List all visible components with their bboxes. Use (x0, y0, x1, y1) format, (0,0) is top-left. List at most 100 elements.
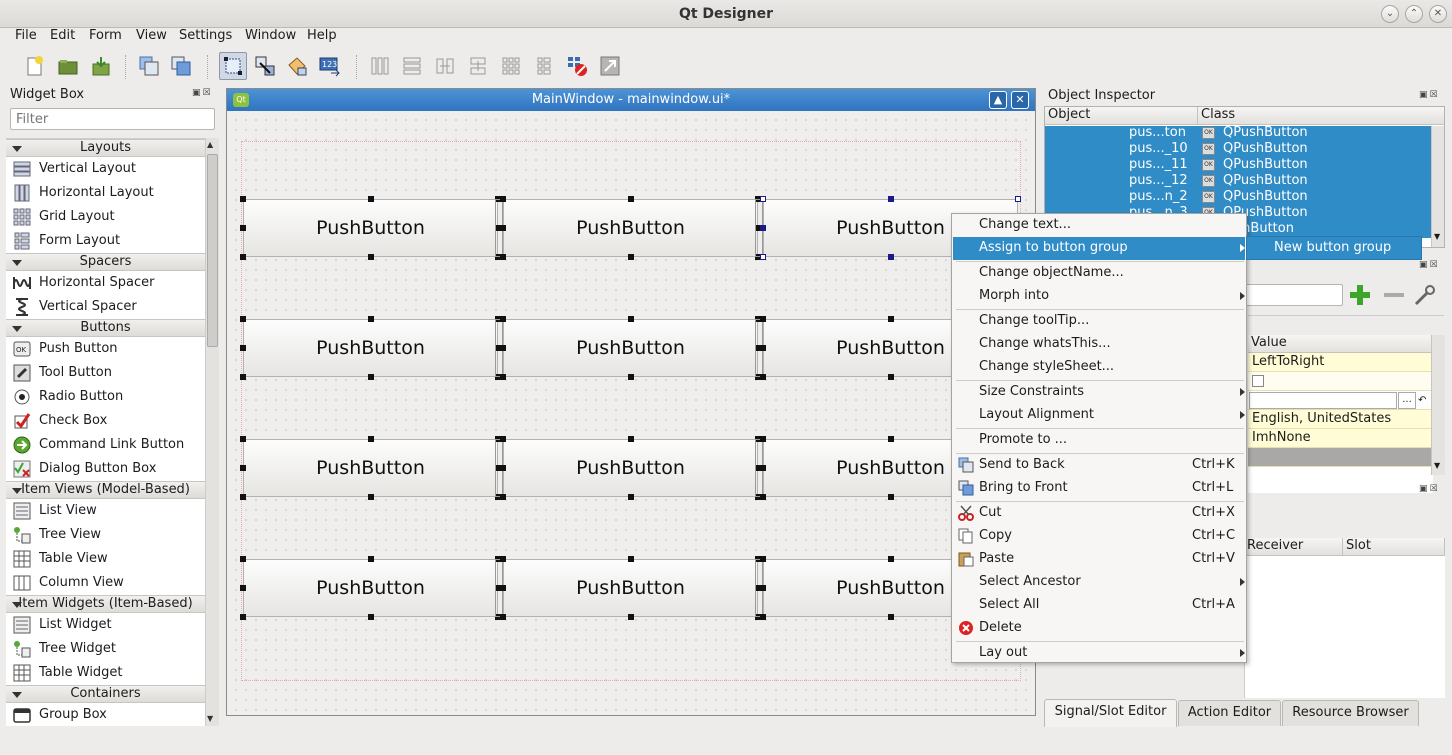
menu-item-change-stylesheet[interactable]: Change styleSheet... (953, 356, 1245, 379)
selection-handle[interactable] (500, 225, 506, 231)
menu-item-layout-alignment[interactable]: Layout Alignment (953, 404, 1245, 427)
widget-dialog-button-box[interactable]: Dialog Button Box (6, 457, 205, 481)
selection-handle[interactable] (500, 556, 506, 562)
selection-handle[interactable] (240, 556, 246, 562)
selection-handle[interactable] (627, 254, 634, 260)
menu-window[interactable]: Window (245, 28, 296, 43)
menu-item-copy[interactable]: Copy Ctrl+C (953, 525, 1245, 548)
selection-handle[interactable] (887, 436, 894, 442)
layout-grid-icon[interactable] (497, 52, 525, 80)
widget-command-link-button[interactable]: Command Link Button (6, 433, 205, 457)
menu-item-change-whatsthis[interactable]: Change whatsThis... (953, 333, 1245, 356)
property-browse-button[interactable]: ... (1398, 392, 1416, 409)
layout-v-splitter-icon[interactable] (464, 52, 492, 80)
selection-handle[interactable] (760, 196, 766, 202)
menu-help[interactable]: Help (307, 28, 337, 43)
selection-handle[interactable] (887, 196, 894, 202)
selection-handle[interactable] (240, 585, 246, 591)
selection-handle[interactable] (367, 614, 374, 620)
col-receiver[interactable]: Receiver (1244, 538, 1343, 556)
selection-handle[interactable] (760, 585, 766, 591)
menu-settings[interactable]: Settings (179, 28, 232, 43)
selection-handle[interactable] (240, 196, 246, 202)
edit-buddies-icon[interactable] (283, 52, 311, 80)
layout-form-icon[interactable] (530, 52, 558, 80)
selection-handle[interactable] (760, 465, 766, 471)
selection-handle[interactable] (760, 614, 766, 620)
edit-signals-icon[interactable] (251, 52, 279, 80)
menu-item-bring-to-front[interactable]: Bring to Front Ctrl+L (953, 477, 1245, 500)
selection-handle[interactable] (500, 436, 506, 442)
selection-handle[interactable] (887, 614, 894, 620)
new-file-icon[interactable] (21, 52, 49, 80)
form-push-button[interactable]: PushButton (243, 559, 498, 617)
menu-item-assign-to-button-group[interactable]: Assign to button group (953, 237, 1245, 260)
menu-item-change-tooltip[interactable]: Change toolTip... (953, 310, 1245, 333)
menu-item-lay-out[interactable]: Lay out (953, 642, 1245, 665)
selection-handle[interactable] (887, 316, 894, 322)
form-restore-icon[interactable]: ▲ (989, 91, 1007, 109)
menu-item-send-to-back[interactable]: Send to Back Ctrl+K (953, 454, 1245, 477)
object-row[interactable]: pus...n_2 OK QPushButton (1045, 189, 1431, 206)
menu-item-select-ancestor[interactable]: Select Ancestor (953, 571, 1245, 594)
selection-handle[interactable] (500, 614, 506, 620)
selection-handle[interactable] (760, 225, 766, 231)
selection-handle[interactable] (500, 374, 506, 380)
col-class[interactable]: Class (1198, 107, 1444, 125)
property-reset-icon[interactable]: ↶ (1418, 392, 1426, 410)
selection-handle[interactable] (887, 556, 894, 562)
form-push-button[interactable]: PushButton (503, 199, 758, 257)
selection-handle[interactable] (627, 556, 634, 562)
widget-table-widget[interactable]: Table Widget (6, 661, 205, 685)
col-value[interactable]: Value (1248, 335, 1433, 353)
save-icon[interactable] (87, 52, 115, 80)
selection-handle[interactable] (500, 345, 506, 351)
form-close-icon[interactable]: ✕ (1011, 91, 1029, 109)
property-editor-dock-icons[interactable]: ▣☒ (1419, 260, 1443, 272)
category-buttons[interactable]: Buttons (6, 319, 205, 337)
menu-item-change-text[interactable]: Change text... (953, 214, 1245, 237)
selection-handle[interactable] (500, 465, 506, 471)
widget-column-view[interactable]: Column View (6, 571, 205, 595)
menu-edit[interactable]: Edit (50, 28, 75, 43)
menu-form[interactable]: Form (89, 28, 122, 43)
object-row[interactable]: pus...ton OK QPushButton (1045, 125, 1431, 142)
property-value[interactable]: ... ↶ (1248, 391, 1431, 410)
object-inspector-dock-icons[interactable]: ▣☒ (1419, 90, 1443, 102)
selection-handle[interactable] (240, 436, 246, 442)
adjust-size-icon[interactable] (596, 52, 624, 80)
open-folder-icon[interactable] (54, 52, 82, 80)
signal-slot-dock-icons[interactable]: ▣☒ (1419, 484, 1443, 496)
widget-check-box[interactable]: Check Box (6, 409, 205, 433)
selection-handle[interactable] (367, 494, 374, 500)
selection-handle[interactable] (887, 254, 894, 260)
tab-resource-browser[interactable]: Resource Browser (1282, 700, 1419, 726)
property-filter-input[interactable] (1240, 284, 1343, 306)
selection-handle[interactable] (760, 436, 766, 442)
send-back-icon[interactable] (135, 52, 163, 80)
object-inspector-scrollbar[interactable]: ▼ (1431, 126, 1444, 247)
bring-front-icon[interactable] (167, 52, 195, 80)
form-push-button[interactable]: PushButton (243, 199, 498, 257)
widget-push-button[interactable]: OK Push Button (6, 337, 205, 361)
category-item-views[interactable]: Item Views (Model-Based) (6, 481, 205, 499)
menu-item-cut[interactable]: Cut Ctrl+X (953, 502, 1245, 525)
menu-item-morph-into[interactable]: Morph into (953, 285, 1245, 308)
selection-handle[interactable] (500, 585, 506, 591)
selection-handle[interactable] (760, 254, 766, 260)
selection-handle[interactable] (240, 614, 246, 620)
selection-handle[interactable] (760, 556, 766, 562)
selection-handle[interactable] (240, 345, 246, 351)
selection-handle[interactable] (627, 494, 634, 500)
property-scrollbar[interactable]: ▼ (1431, 335, 1445, 475)
selection-handle[interactable] (1015, 196, 1021, 202)
widget-list-scrollbar[interactable]: ▲ ▼ (205, 138, 219, 726)
submenu-new-button-group[interactable]: New button group (1246, 236, 1422, 260)
menu-item-change-objectname[interactable]: Change objectName... (953, 262, 1245, 285)
layout-vertical-icon[interactable] (398, 52, 426, 80)
property-value[interactable]: ImhNone (1248, 429, 1431, 448)
property-text-input[interactable] (1249, 392, 1397, 409)
selection-handle[interactable] (760, 316, 766, 322)
break-layout-icon[interactable] (563, 52, 591, 80)
selection-handle[interactable] (627, 614, 634, 620)
